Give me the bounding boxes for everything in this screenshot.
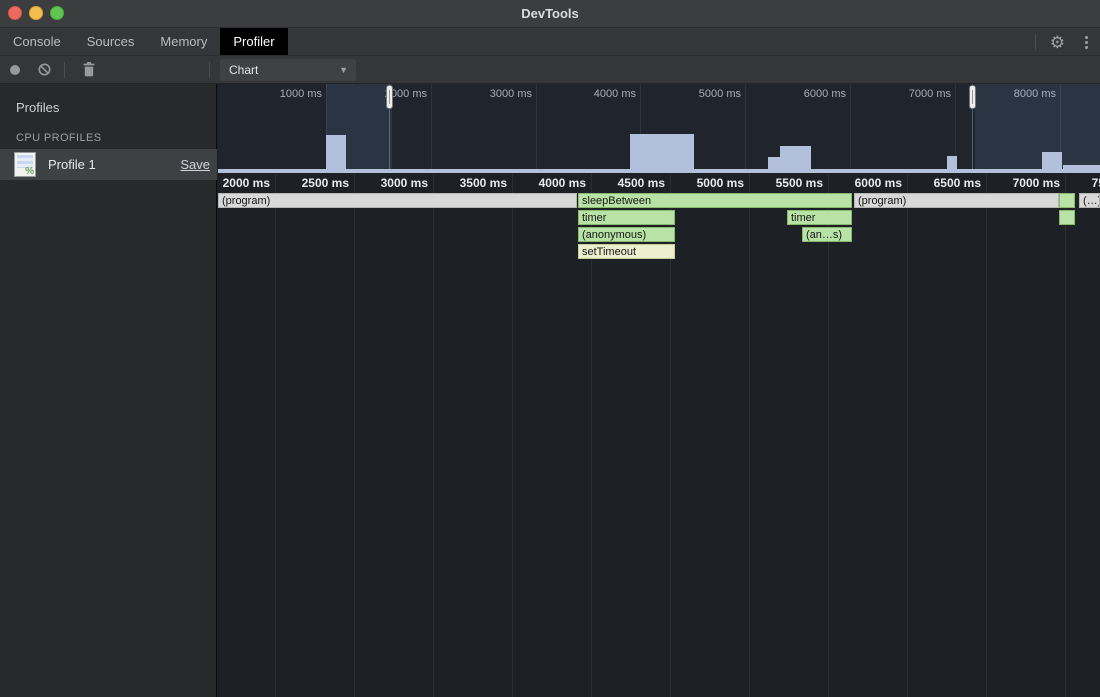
overview-activity-bar [1042, 152, 1062, 169]
flame-frame[interactable]: (program) [854, 193, 1059, 208]
profile-list-item[interactable]: % Profile 1 Save [0, 149, 217, 180]
settings-gear-icon[interactable]: ⚙ [1050, 34, 1065, 51]
ruler-tick-label: 2000 ms [218, 176, 270, 190]
detail-gridline [1065, 174, 1066, 697]
flame-frame[interactable] [1059, 193, 1075, 208]
overview-tick-label: 3000 ms [476, 88, 532, 100]
tab-profiler[interactable]: Profiler [220, 28, 287, 55]
ruler-tick-label: 3500 ms [455, 176, 507, 190]
ruler-tick-label: 4000 ms [534, 176, 586, 190]
detail-gridline [275, 174, 276, 697]
tab-sources[interactable]: Sources [74, 28, 148, 55]
overview-tick-label: 5000 ms [685, 88, 741, 100]
overview-activity-bar [780, 146, 811, 169]
flame-frame[interactable]: (anonymous) [578, 227, 675, 242]
ruler-tick-label: 3000 ms [376, 176, 428, 190]
tabbar-separator [1035, 34, 1036, 50]
selection-handle-left[interactable] [386, 85, 393, 109]
chevron-down-icon: ▼ [339, 65, 348, 75]
cpu-profiles-section-title: CPU PROFILES [16, 132, 102, 144]
overview-activity-bar [947, 156, 957, 169]
selection-handle-right[interactable] [969, 85, 976, 109]
view-mode-value: Chart [229, 63, 258, 77]
detail-gridline [512, 174, 513, 697]
flame-frame[interactable]: timer [578, 210, 675, 225]
ruler-tick-label: 7000 ms [1008, 176, 1060, 190]
overview-gridline [536, 84, 537, 169]
detail-gridline [828, 174, 829, 697]
title-bar: DevTools [0, 0, 1100, 28]
overview-tick-label: 8000 ms [1000, 88, 1056, 100]
profile-name: Profile 1 [48, 157, 96, 172]
overview-activity-bar [630, 134, 694, 169]
delete-profile-button[interactable] [77, 58, 101, 82]
save-profile-link[interactable]: Save [180, 157, 210, 172]
overview-gridline [431, 84, 432, 169]
profiler-toolbar: Chart ▼ [0, 56, 1100, 84]
ruler-tick-label: 6500 ms [929, 176, 981, 190]
flame-frame[interactable]: (program) [218, 193, 577, 208]
view-mode-select[interactable]: Chart ▼ [220, 59, 356, 81]
block-icon [38, 63, 51, 76]
ruler-tick-label: 2500 ms [297, 176, 349, 190]
overview-activity-bar [326, 135, 346, 169]
clear-profiles-button[interactable] [32, 58, 56, 82]
overview-tick-label: 1000 ms [266, 88, 322, 100]
overview-activity-bar [768, 157, 780, 169]
toolbar-separator-2 [209, 62, 210, 78]
toolbar-separator [64, 62, 65, 78]
more-options-kebab-icon[interactable] [1079, 36, 1094, 49]
ruler-tick-label: 5000 ms [692, 176, 744, 190]
record-button[interactable] [10, 65, 20, 75]
profile-overview-timeline[interactable]: 1000 ms 2000 ms 3000 ms 4000 ms 5000 ms 6000 … [218, 84, 1100, 173]
sidebar-heading: Profiles [16, 100, 59, 115]
flame-frame[interactable]: sleepBetween [578, 193, 852, 208]
detail-gridline [354, 174, 355, 697]
content-area: Profiles CPU PROFILES % Profile 1 Save 1… [0, 84, 1100, 697]
overview-gridline [850, 84, 851, 169]
devtools-tab-bar: Console Sources Memory Profiler ⚙ [0, 28, 1100, 56]
overview-activity-bar [1063, 165, 1100, 169]
flame-frame[interactable]: timer [787, 210, 852, 225]
tab-memory[interactable]: Memory [147, 28, 220, 55]
tab-console[interactable]: Console [0, 28, 74, 55]
ruler-tick-label: 6000 ms [850, 176, 902, 190]
ruler-tick-label: 4500 ms [613, 176, 665, 190]
flame-frame[interactable]: (an…s) [802, 227, 852, 242]
time-ruler: 2000 ms 2500 ms 3000 ms 3500 ms 4000 ms 4500 … [218, 173, 1100, 192]
trash-icon [83, 62, 95, 77]
overview-tick-label: 4000 ms [580, 88, 636, 100]
flame-chart-pane: 1000 ms 2000 ms 3000 ms 4000 ms 5000 ms 6000 … [218, 84, 1100, 697]
overview-tick-label: 6000 ms [790, 88, 846, 100]
overview-tick-label: 2000 ms [371, 88, 427, 100]
detail-gridline [433, 174, 434, 697]
detail-gridline [749, 174, 750, 697]
ruler-tick-label: 5500 ms [771, 176, 823, 190]
overview-tick-label: 7000 ms [895, 88, 951, 100]
profiles-sidebar: Profiles CPU PROFILES % Profile 1 Save [0, 84, 217, 697]
flame-frame[interactable]: (…) [1079, 193, 1100, 208]
detail-gridline [986, 174, 987, 697]
cpu-profile-icon: % [14, 152, 36, 177]
flame-frame[interactable]: setTimeout [578, 244, 675, 259]
detail-gridline [907, 174, 908, 697]
overview-gridline [745, 84, 746, 169]
flame-frame[interactable] [1059, 210, 1075, 225]
ruler-tick-label: 7500 ms [1087, 176, 1100, 190]
window-title: DevTools [0, 6, 1100, 21]
